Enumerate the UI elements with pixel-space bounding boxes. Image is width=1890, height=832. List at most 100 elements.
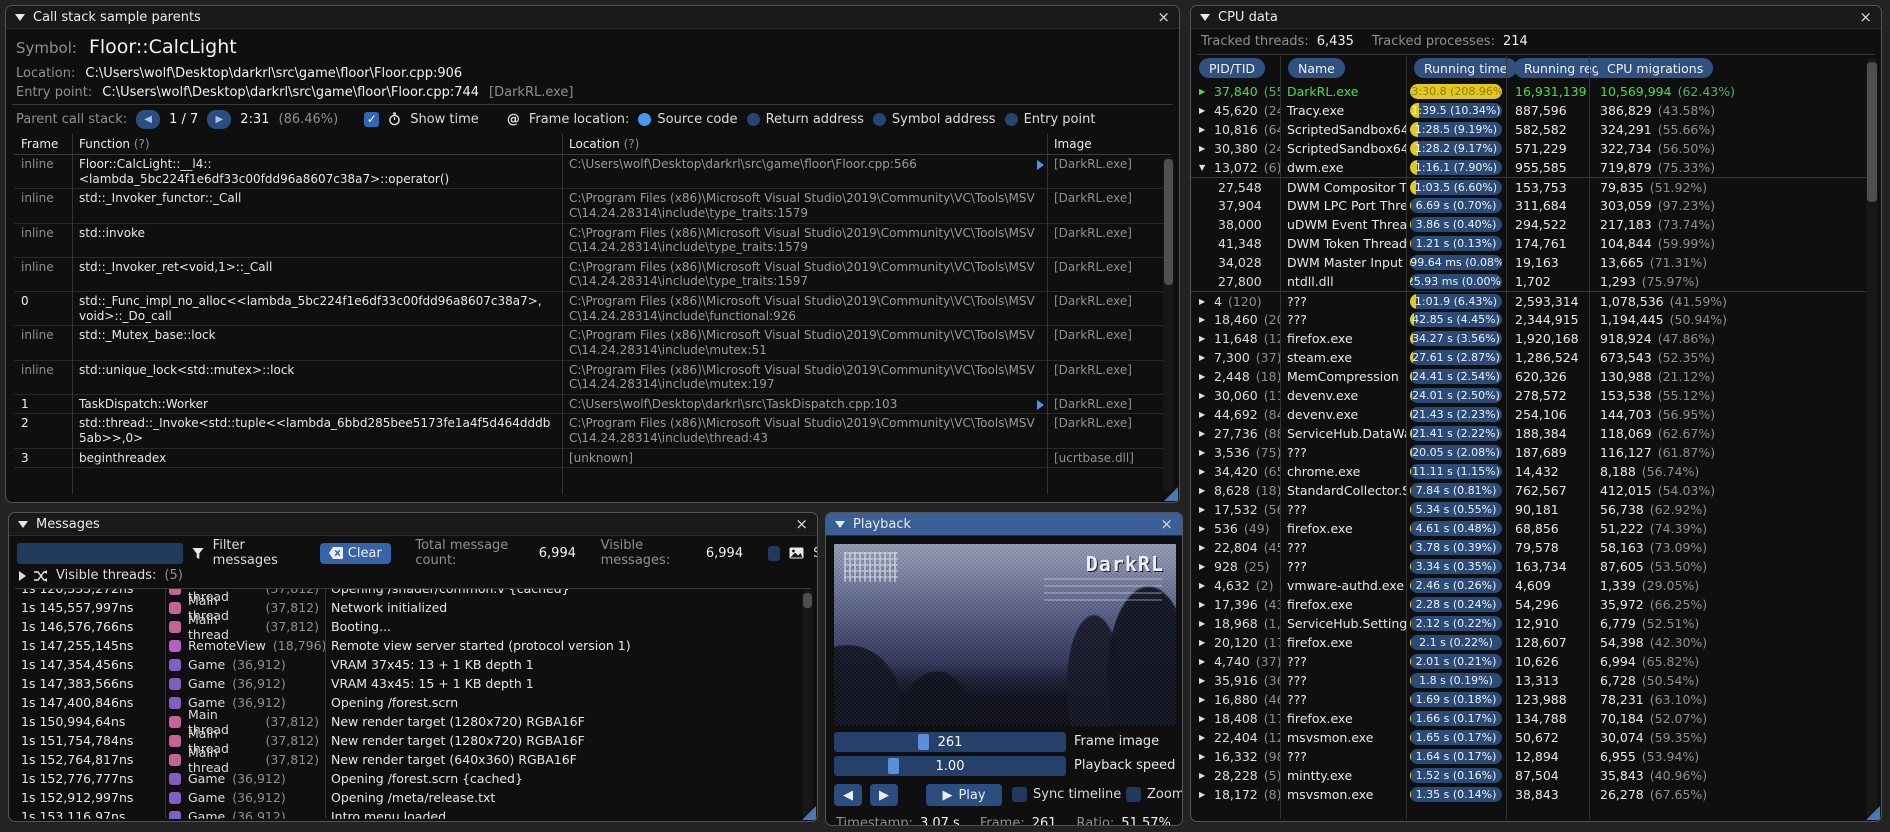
table-row[interactable]: ▶ 10,816 (64) ScriptedSandbox64.exe 1:28.5 (… — [1191, 120, 1867, 139]
cpu-titlebar[interactable]: CPU data × — [1191, 6, 1881, 29]
expand-row-icon[interactable]: ▶ — [1199, 638, 1208, 647]
resize-grip[interactable] — [1164, 487, 1178, 501]
table-row[interactable]: ▶ 928 (25)??? 3.34 s (0.35%) 163,734 87,605 (5… — [1191, 557, 1867, 576]
collapse-icon[interactable] — [18, 520, 28, 528]
table-row[interactable]: ▶ 7,300 (37) steam.exe 27.61 s (2.87%) 1,286,… — [1191, 348, 1867, 367]
list-item[interactable]: 1s 147,354,456ns Game (36,912) VRAM 37x45: … — [15, 655, 801, 674]
table-row[interactable]: ▶ 17,396 (43) firefox.exe 2.28 s (0.24%) 54,2… — [1191, 595, 1867, 614]
playback-speed-slider[interactable]: 1.00 — [834, 756, 1066, 776]
expand-row-icon[interactable]: ▶ — [1199, 657, 1208, 666]
expand-row-icon[interactable]: ▶ — [1199, 315, 1208, 324]
filter-input[interactable] — [17, 542, 183, 564]
table-row[interactable]: ▶ 3,536 (75)??? 20.05 s (2.08%) 187,689 116,1… — [1191, 443, 1867, 462]
list-item[interactable]: 1s 147,400,846ns Game (36,912) Opening /for… — [15, 693, 801, 712]
table-row[interactable]: inline std::_Invoker_functor::_Call C:\Pro… — [14, 189, 1171, 224]
expand-row-icon[interactable]: ▶ — [1199, 467, 1208, 476]
table-row[interactable]: 38,000 uDWM Event Thread 3.86 s (0.40%) 294… — [1191, 215, 1867, 234]
expand-row-icon[interactable]: ▶ — [1199, 524, 1208, 533]
col-pid-tid[interactable]: PID/TID — [1199, 58, 1266, 78]
expand-threads-icon[interactable] — [19, 570, 26, 581]
table-row[interactable]: 0 std::_Func_impl_no_alloc<<lambda_5bc224… — [14, 292, 1171, 327]
table-row[interactable]: ▶ 4 (120)??? 1:01.9 (6.43%) 2,593,314 1,078,5… — [1191, 291, 1867, 310]
expand-row-icon[interactable]: ▶ — [1199, 790, 1208, 799]
clear-button[interactable]: Clear — [319, 542, 391, 564]
collapse-icon[interactable] — [15, 13, 25, 21]
sync-timeline-checkbox[interactable] — [1012, 787, 1027, 802]
table-row[interactable]: inline std::_Invoker_ret<void,1>::_Call C:… — [14, 258, 1171, 292]
table-row[interactable]: 34,028 DWM Master Input Thread 799.64 ms (… — [1191, 253, 1867, 272]
table-row[interactable]: inline std::_Mutex_base::lock C:\Program F… — [14, 326, 1171, 361]
table-row[interactable]: 37,904 DWM LPC Port Thread 6.69 s (0.70%) 3… — [1191, 196, 1867, 215]
collapse-icon[interactable] — [835, 520, 845, 528]
goto-source-icon[interactable] — [1037, 160, 1044, 170]
show-time-checkbox[interactable]: ✓ — [364, 111, 380, 127]
table-row[interactable]: ▶ 22,404 (12) msvsmon.exe 1.65 s (0.17%) 50,6… — [1191, 728, 1867, 747]
expand-row-icon[interactable]: ▶ — [1199, 429, 1208, 438]
list-item[interactable]: 1s 147,383,566ns Game (36,912) VRAM 43x45: … — [15, 674, 801, 693]
table-row[interactable]: ▶ 37,840 (55) DarkRL.exe 33:30.8 (208.96%) 16… — [1191, 82, 1867, 101]
expand-row-icon[interactable]: ▶ — [1199, 125, 1208, 134]
table-row[interactable]: ▶ 34,420 (65) chrome.exe 11.11 s (1.15%) 14,4… — [1191, 462, 1867, 481]
list-item[interactable]: 1s 145,557,997ns Main thread (37,812) Netwo… — [15, 593, 801, 623]
table-row[interactable]: inline std::unique_lock<std::mutex>::lock… — [14, 361, 1171, 395]
radio-source-code[interactable]: Source code — [638, 112, 738, 127]
table-row[interactable]: ▶ 536 (49) firefox.exe 4.61 s (0.48%) 68,856 5… — [1191, 519, 1867, 538]
table-row[interactable]: 27,548 DWM Compositor Thread 1:03.5 (6.60%… — [1191, 177, 1867, 196]
expand-row-icon[interactable]: ▶ — [1199, 600, 1208, 609]
next-callstack-button[interactable]: ▶ — [207, 109, 232, 129]
radio-symbol-address[interactable]: Symbol address — [872, 112, 996, 127]
expand-row-icon[interactable]: ▶ — [1199, 334, 1208, 343]
table-row[interactable]: ▶ 16,880 (46)??? 1.69 s (0.18%) 123,988 78,23… — [1191, 690, 1867, 709]
col-cpu-migrations[interactable]: CPU migrations — [1597, 58, 1714, 78]
list-item[interactable]: 1s 151,754,784ns Main thread (37,812) New r… — [15, 726, 801, 756]
close-icon[interactable]: × — [1157, 9, 1170, 25]
col-running-time[interactable]: Running time — [1414, 58, 1518, 78]
expand-row-icon[interactable]: ▶ — [1199, 505, 1208, 514]
list-item[interactable]: 1s 147,255,145ns RemoteView (18,796) Remote… — [15, 636, 801, 655]
table-row[interactable]: 1 TaskDispatch::Worker C:\Users\wolf\Deskt… — [14, 395, 1171, 415]
radio-return-address[interactable]: Return address — [746, 112, 864, 127]
table-row[interactable]: ▶ 30,380 (24) ScriptedSandbox64.exe 1:28.2 (… — [1191, 139, 1867, 158]
zoom-2x-checkbox[interactable] — [1126, 787, 1141, 802]
expand-row-icon[interactable]: ▶ — [1199, 733, 1208, 742]
table-row[interactable]: ▶ 45,620 (24) Tracy.exe 1:39.5 (10.34%) 887,5… — [1191, 101, 1867, 120]
radio-entry-point[interactable]: Entry point — [1004, 112, 1095, 127]
expand-row-icon[interactable]: ▶ — [1199, 448, 1208, 457]
expand-row-icon[interactable]: ▶ — [1199, 676, 1208, 685]
list-item[interactable]: 1s 152,764,817ns Main thread (37,812) New r… — [15, 745, 801, 775]
table-row[interactable]: ▶ 18,460 (20)??? 42.85 s (4.45%) 2,344,915 1,… — [1191, 310, 1867, 329]
expand-row-icon[interactable]: ▶ — [1199, 695, 1208, 704]
expand-row-icon[interactable]: ▶ — [1199, 87, 1208, 96]
close-icon[interactable]: × — [1859, 9, 1872, 25]
table-row[interactable]: ▶ 4,740 (37)??? 2.01 s (0.21%) 10,626 6,994 (6… — [1191, 652, 1867, 671]
prev-callstack-button[interactable]: ◀ — [136, 109, 161, 129]
list-item[interactable]: 1s 152,912,997ns Game (36,912) Opening /met… — [15, 788, 801, 807]
table-row[interactable]: inline Floor::CalcLight::__l4::<lambda_5b… — [14, 155, 1171, 190]
messages-titlebar[interactable]: Messages × — [9, 513, 817, 536]
table-row[interactable]: ▶ 44,692 (84) devenv.exe 21.43 s (2.23%) 254,… — [1191, 405, 1867, 424]
table-row[interactable]: ▶ 27,736 (88) ServiceHub.DataWarehouse 21.41… — [1191, 424, 1867, 443]
list-item[interactable]: 1s 146,576,766ns Main thread (37,812) Booti… — [15, 612, 801, 642]
collapse-row-icon[interactable]: ▼ — [1199, 163, 1208, 172]
expand-row-icon[interactable]: ▶ — [1199, 372, 1208, 381]
table-row[interactable]: ▶ 18,408 (17) firefox.exe 1.66 s (0.17%) 134,… — [1191, 709, 1867, 728]
table-row[interactable]: 2 std::thread::_Invoke<std::tuple<<lambda… — [14, 414, 1171, 449]
table-row[interactable]: ▶ 2,448 (18) MemCompression 24.41 s (2.54%) 6… — [1191, 367, 1867, 386]
expand-row-icon[interactable]: ▶ — [1199, 144, 1208, 153]
goto-source-icon[interactable] — [1037, 399, 1044, 410]
list-item[interactable]: 1s 120,333,272nsMain thread(37,812)Openi… — [15, 589, 801, 604]
list-item[interactable]: 1s 153,116,97ns Game (36,912) Intro menu lo… — [15, 807, 801, 819]
resize-grip[interactable] — [1866, 806, 1880, 820]
expand-row-icon[interactable]: ▶ — [1199, 619, 1208, 628]
table-row[interactable]: ▶ 11,648 (120) firefox.exe 34.27 s (3.56%) 1,… — [1191, 329, 1867, 348]
expand-row-icon[interactable]: ▶ — [1199, 486, 1208, 495]
col-name[interactable]: Name — [1288, 58, 1345, 78]
expand-row-icon[interactable]: ▶ — [1199, 543, 1208, 552]
table-row[interactable]: 27,800 ntdll.dll 25.93 ms (0.00%) 1,702 1,29… — [1191, 272, 1867, 291]
close-icon[interactable]: × — [795, 516, 808, 532]
table-row[interactable]: ▶ 28,228 (5) mintty.exe 1.52 s (0.16%) 87,504… — [1191, 766, 1867, 785]
play-button[interactable]: ▶ Play — [926, 784, 1002, 806]
show-images-checkbox[interactable] — [767, 545, 781, 561]
messages-scrollbar-thumb[interactable] — [803, 593, 812, 608]
resize-grip[interactable] — [802, 806, 816, 820]
